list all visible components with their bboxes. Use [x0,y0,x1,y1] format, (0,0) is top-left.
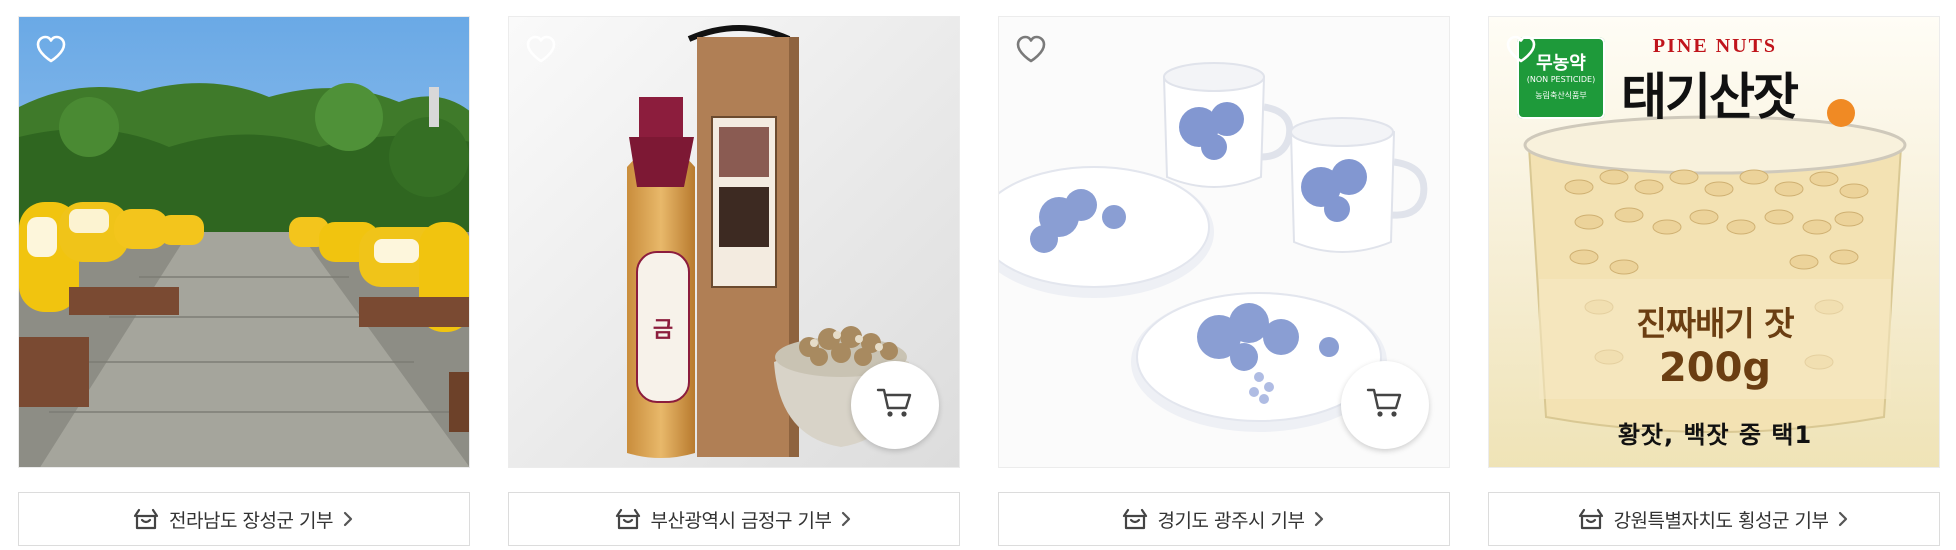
product-image[interactable]: 금 [508,16,960,468]
chevron-right-icon [1838,510,1850,528]
donation-label: 전라남도 장성군 기부 [169,509,333,532]
gift-box-icon [615,507,641,531]
package-main-text: 진짜배기 잣 [1636,304,1794,343]
svg-text:금: 금 [653,318,673,343]
wishlist-heart-icon[interactable] [33,31,69,67]
package-title: 태기산잣 [1621,68,1799,126]
badge-issuer-text: 농림축산식품부 [1535,91,1587,100]
gift-box-icon [1122,507,1148,531]
donation-link[interactable]: 부산광역시 금정구 기부 [508,492,960,546]
chevron-right-icon [1314,510,1326,528]
product-card: 경기도 광주시 기부 [998,16,1450,548]
donation-link[interactable]: 강원특별자치도 횡성군 기부 [1488,492,1940,546]
glamping-site-photo [19,17,469,467]
donation-label: 강원특별자치도 횡성군 기부 [1613,509,1829,532]
donation-link[interactable]: 전라남도 장성군 기부 [18,492,470,546]
add-to-cart-button[interactable] [1341,361,1429,449]
shopping-cart-icon [876,386,914,424]
package-brand-en: PINE NUTS [1652,35,1778,57]
wishlist-heart-icon[interactable] [1013,31,1049,67]
product-image[interactable] [998,16,1450,468]
chevron-right-icon [343,510,355,528]
donation-label: 부산광역시 금정구 기부 [650,509,832,532]
wishlist-heart-icon[interactable] [523,31,559,67]
product-card: 전라남도 장성군 기부 [18,16,470,548]
product-grid: 전라남도 장성군 기부 금 부산광역시 금정구 기부 경기도 광주시 기부 무농… [18,16,1940,548]
badge-sub-text: (NON PESTICIDE) [1526,75,1596,84]
wishlist-heart-icon[interactable] [1503,31,1539,67]
chevron-right-icon [841,510,853,528]
package-sub-text: 황잣, 백잣 중 택1 [1617,421,1813,449]
gift-box-icon [1578,507,1604,531]
donation-label: 경기도 광주시 기부 [1157,509,1305,532]
shopping-cart-icon [1366,386,1404,424]
gift-box-icon [133,507,159,531]
donation-link[interactable]: 경기도 광주시 기부 [998,492,1450,546]
product-image[interactable] [18,16,470,468]
product-image[interactable]: 무농약 (NON PESTICIDE) 농림축산식품부 PINE NUTS 태기… [1488,16,1940,468]
product-card: 금 부산광역시 금정구 기부 [508,16,960,548]
package-weight: 200g [1658,345,1772,391]
product-card: 무농약 (NON PESTICIDE) 농림축산식품부 PINE NUTS 태기… [1488,16,1940,548]
add-to-cart-button[interactable] [851,361,939,449]
